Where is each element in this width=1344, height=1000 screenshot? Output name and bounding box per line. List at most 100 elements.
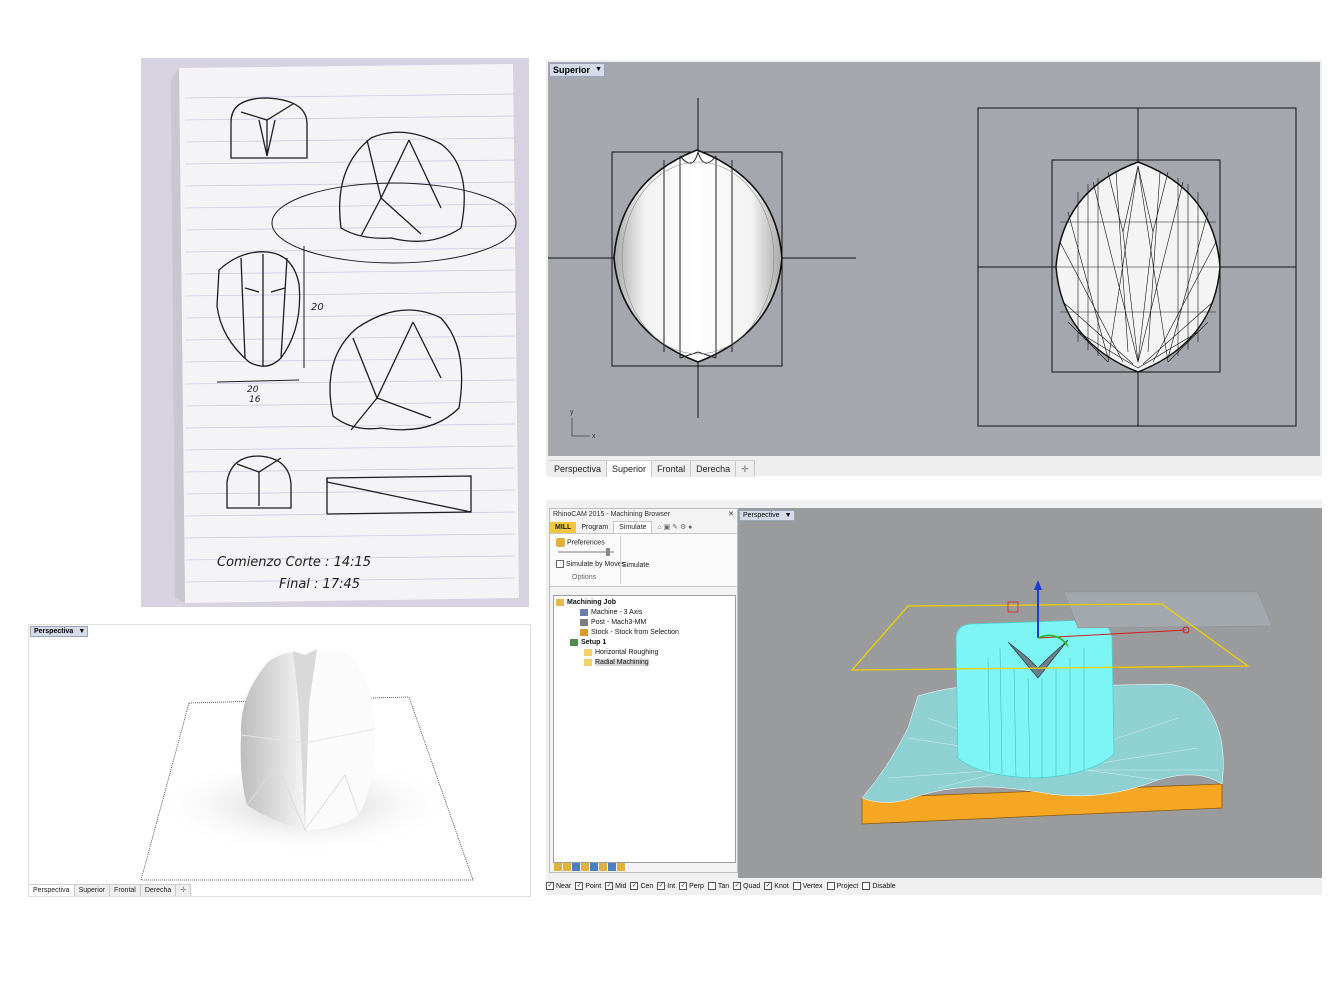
tab-derecha[interactable]: Derecha [691,461,737,477]
snap-label: Quad [743,882,761,890]
snap-tan[interactable]: Tan [707,882,730,890]
sketch-photo: 20 20 16 Comienzo Corte : 14:15 Final : … [141,58,529,607]
snap-mid[interactable]: ✓ Mid [605,882,626,890]
render-viewport-label[interactable]: Perspectiva ▼ [30,626,89,637]
cam-viewport-label[interactable]: Perspective ▼ [739,510,795,521]
tab-perspectiva[interactable]: Perspectiva [29,885,75,896]
snap-knot[interactable]: ✓ Knot [764,882,789,890]
snap-label: Cen [640,882,654,890]
preferences-button[interactable]: Preferences [556,538,605,547]
tab-derecha[interactable]: Derecha [141,885,177,896]
top-viewport-canvas[interactable]: y x [548,62,1320,456]
toolpath-simulation [850,580,1273,825]
machine-icon [580,608,588,616]
toolbar-button[interactable] [608,863,616,871]
setup-icon [570,638,578,646]
snap-point[interactable]: ✓ Point [575,882,601,890]
operation-icon [584,658,592,666]
checkbox-box: ✓ [630,882,639,890]
toolbar-button[interactable] [599,863,607,871]
preferences-label: Preferences [566,539,605,547]
simulate-by-moves-checkbox[interactable]: Simulate by Moves [556,560,625,568]
tab-perspectiva[interactable]: Perspectiva [549,461,608,477]
snap-label: Point [585,882,602,890]
tree-label: Machining Job [567,599,616,606]
snap-vertex[interactable]: Vertex [792,882,823,890]
render-view-drawing[interactable] [29,625,530,881]
slider-handle[interactable] [606,548,610,556]
tab-superior[interactable]: Superior [75,885,111,896]
top-viewport-tabs: Perspectiva Superior Frontal Derecha ✛ [549,460,755,477]
toolbar-button[interactable] [572,863,580,871]
tab-superior[interactable]: Superior [607,461,653,477]
snap-int[interactable]: ✓ Int [657,882,675,890]
tree-item-horizontal-roughing[interactable]: Horizontal Roughing [584,648,658,657]
toolbar-icons[interactable]: ⌂ ▣ ✎ ⚙ ● [652,522,697,533]
machining-browser-title-text: RhinoCAM 2015 - Machining Browser [553,511,671,518]
tree-item-machining-job[interactable]: Machining Job [556,598,616,607]
tab-program[interactable]: Program [576,522,613,533]
top-viewport-label-text: Superior [553,65,591,75]
axis-y-label: y [570,409,574,416]
simulate-button[interactable]: Simulate [622,562,649,569]
preferences-icon [556,538,565,547]
top-viewport-panel: y x Superior ▼ Perspectiva Superior Fron… [546,60,1322,477]
tab-frontal[interactable]: Frontal [652,461,692,477]
checkbox-box [826,882,835,890]
add-tab-icon[interactable]: ✛ [736,461,755,477]
checkbox-box: ✓ [679,882,688,890]
ribbon-divider [620,536,621,584]
snap-project[interactable]: Project [826,882,858,890]
checkbox-box [556,560,564,568]
close-icon[interactable]: ✕ [728,511,734,519]
snap-label: Int [667,882,676,890]
checkbox-box: ✓ [605,882,614,890]
checkbox-box [862,882,871,890]
toolbar-button[interactable] [563,863,571,871]
render-viewport-tabs: Perspectiva Superior Frontal Derecha ✛ [29,884,192,896]
speed-slider[interactable] [558,548,614,556]
tab-frontal[interactable]: Frontal [110,885,141,896]
snap-disable[interactable]: Disable [862,882,896,890]
toolbar-button[interactable] [554,863,562,871]
checkbox-box: ✓ [546,882,554,890]
rhinocam-window: RhinoCAM 2015 - Machining Browser ✕ MILL… [546,500,1322,895]
tab-mill[interactable]: MILL [550,522,577,533]
add-tab-icon[interactable]: ✛ [176,885,192,896]
axis-x-label: x [592,433,596,440]
snap-perp[interactable]: ✓ Perp [679,882,704,890]
tree-label: Post - Mach3-MM [591,619,647,626]
render-viewport-label-text: Perspectiva [34,628,74,635]
tree-label: Setup 1 [581,639,607,646]
checkbox-box: ✓ [657,882,666,890]
toolbar-button[interactable] [590,863,598,871]
post-icon [580,618,588,626]
chevron-down-icon: ▼ [784,512,792,519]
tree-label: Machine - 3 Axis [591,609,643,616]
tree-label: Radial Machining [595,659,649,666]
top-viewport-label[interactable]: Superior ▼ [549,63,606,77]
snap-quad[interactable]: ✓ Quad [733,882,760,890]
tree-item-setup[interactable]: Setup 1 [570,638,606,647]
toolbar-button[interactable] [581,863,589,871]
sketch-drawing: 20 20 16 Comienzo Corte : 14:15 Final : … [141,58,529,607]
tab-simulate[interactable]: Simulate [613,521,653,533]
sketch-dim-width-2: 16 [249,395,261,405]
tree-item-stock[interactable]: Stock - Stock from Selection [580,628,679,637]
snap-near[interactable]: ✓ Near [546,882,571,890]
browser-bottom-toolbar [554,863,626,871]
simulate-ribbon: Preferences Simulate by Moves Options Si… [550,534,737,587]
cam-perspective-viewport[interactable]: Perspective ▼ [738,508,1322,878]
tree-item-radial-machining[interactable]: Radial Machining [584,658,649,667]
toolbar-button[interactable] [617,863,625,871]
sketch-note-start: Comienzo Corte : 14:15 [217,555,371,570]
tree-item-machine[interactable]: Machine - 3 Axis [580,608,642,617]
tree-label: Horizontal Roughing [595,649,659,656]
chevron-down-icon: ▼ [78,628,86,635]
operation-icon [584,648,592,656]
snap-cen[interactable]: ✓ Cen [630,882,653,890]
sketch-dim-width-1: 20 [247,385,259,395]
snap-label: Tan [717,882,730,890]
tree-item-post[interactable]: Post - Mach3-MM [580,618,646,627]
sketch-note-end: Final : 17:45 [279,577,360,592]
